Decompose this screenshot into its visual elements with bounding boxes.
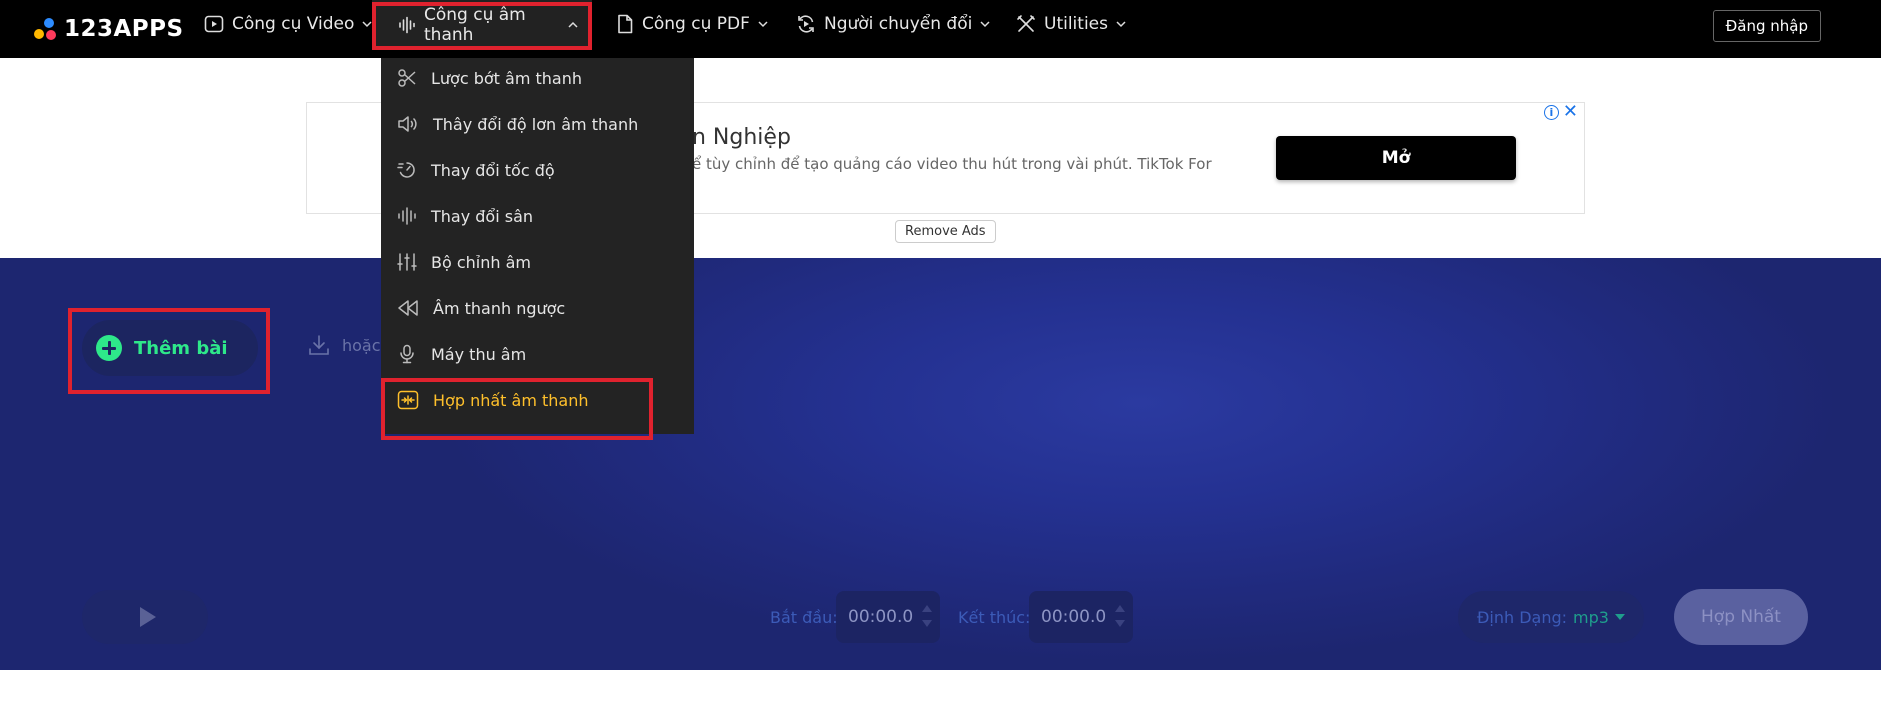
format-value: mp3 <box>1573 607 1609 627</box>
video-icon <box>204 15 224 33</box>
menu-item-label: Hợp nhất âm thanh <box>433 390 589 410</box>
audio-tools-dropdown: Lược bớt âm thanh Thây đổi độ lơn âm tha… <box>381 58 694 434</box>
format-select[interactable]: Định Dạng: mp3 <box>1458 591 1644 643</box>
end-time-input[interactable]: 00:00.0 <box>1029 591 1133 643</box>
ad-choices[interactable]: i ✕ <box>1543 103 1578 121</box>
start-time-value: 00:00.0 <box>848 607 914 627</box>
nav-utilities-label: Utilities <box>1044 14 1108 34</box>
nav-video-tools[interactable]: Công cụ Video <box>204 0 372 48</box>
logo[interactable]: 123APPS <box>32 14 184 44</box>
chevron-up-icon <box>568 21 578 28</box>
or-drop-hint[interactable]: hoặc <box>308 334 381 356</box>
volume-icon <box>398 116 417 132</box>
chevron-down-icon <box>1116 21 1126 28</box>
nav-audio-tools[interactable]: Công cụ âm thanh <box>372 0 592 50</box>
ad-description: ể tùy chỉnh để tạo quảng cáo video thu h… <box>692 155 1212 173</box>
waveform-icon <box>398 207 416 225</box>
top-navigation-bar: 123APPS Công cụ Video Công cụ âm thanh C… <box>0 0 1881 58</box>
nav-pdf-label: Công cụ PDF <box>642 14 750 34</box>
menu-item-label: Bộ chỉnh âm <box>431 252 531 272</box>
menu-item-label: Máy thu âm <box>431 344 527 364</box>
menu-item-label: Thay đổi sân <box>431 206 534 226</box>
menu-item-label: Thay đổi tốc độ <box>431 160 555 180</box>
or-text: hoặc <box>342 335 381 355</box>
menu-item-equalizer[interactable]: Bộ chỉnh âm <box>381 242 694 282</box>
ad-title: n Nghiệp <box>692 125 791 150</box>
menu-item-change-pitch[interactable]: Thay đổi sân <box>381 196 694 236</box>
start-time-stepper[interactable] <box>922 603 932 629</box>
menu-item-label: Thây đổi độ lơn âm thanh <box>433 114 639 134</box>
start-time-input[interactable]: 00:00.0 <box>836 591 940 643</box>
menu-item-trim-audio[interactable]: Lược bớt âm thanh <box>381 58 694 98</box>
nav-video-label: Công cụ Video <box>232 14 355 34</box>
add-track-button[interactable]: Thêm bài <box>82 320 258 376</box>
play-button[interactable] <box>82 590 208 644</box>
format-label: Định Dạng: <box>1477 607 1568 627</box>
microphone-icon <box>400 344 414 364</box>
caret-down-icon <box>1614 614 1625 620</box>
info-icon[interactable]: i <box>1543 104 1559 120</box>
logo-text: 123APPS <box>64 16 184 42</box>
add-track-label: Thêm bài <box>134 337 228 359</box>
convert-icon <box>798 15 814 33</box>
close-icon[interactable]: ✕ <box>1563 103 1578 121</box>
equalizer-icon <box>397 253 417 271</box>
scissors-icon <box>398 69 416 87</box>
start-label: Bắt đầu: <box>770 608 838 627</box>
menu-item-reverse-audio[interactable]: Âm thanh ngược <box>381 288 694 328</box>
end-label: Kết thúc: <box>958 608 1031 627</box>
chevron-down-icon <box>362 21 372 28</box>
menu-item-change-speed[interactable]: Thay đổi tốc độ <box>381 150 694 190</box>
download-icon <box>309 335 329 355</box>
menu-item-label: Âm thanh ngược <box>433 298 566 318</box>
remove-ads-button[interactable]: Remove Ads <box>895 220 996 243</box>
speed-icon <box>397 162 415 178</box>
nav-converters[interactable]: Người chuyển đổi <box>796 0 990 48</box>
waveform-icon <box>399 16 415 34</box>
ad-open-button[interactable]: Mở <box>1276 136 1516 180</box>
end-time-stepper[interactable] <box>1115 603 1125 629</box>
play-icon <box>140 607 156 627</box>
logo-icon <box>32 16 58 42</box>
merge-button[interactable]: Hợp Nhất <box>1674 589 1808 645</box>
audio-joiner-workspace: Thêm bài hoặc Bắt đầu: 00:00.0 Kết thúc:… <box>0 258 1881 670</box>
tools-icon <box>1017 15 1035 32</box>
menu-item-label: Lược bớt âm thanh <box>431 68 583 88</box>
nav-utilities[interactable]: Utilities <box>1016 0 1126 48</box>
rewind-icon <box>398 300 418 316</box>
menu-item-audio-joiner[interactable]: Hợp nhất âm thanh <box>381 380 694 420</box>
chevron-down-icon <box>980 21 990 28</box>
document-icon <box>618 14 633 34</box>
merge-icon <box>397 390 419 410</box>
menu-item-voice-recorder[interactable]: Máy thu âm <box>381 334 694 374</box>
chevron-down-icon <box>758 21 768 28</box>
menu-item-change-volume[interactable]: Thây đổi độ lơn âm thanh <box>381 104 694 144</box>
login-button[interactable]: Đăng nhập <box>1712 10 1821 42</box>
nav-pdf-tools[interactable]: Công cụ PDF <box>616 0 768 48</box>
end-time-value: 00:00.0 <box>1041 607 1107 627</box>
nav-audio-label: Công cụ âm thanh <box>424 5 526 45</box>
plus-icon <box>96 335 122 361</box>
nav-converters-label: Người chuyển đổi <box>824 14 973 34</box>
